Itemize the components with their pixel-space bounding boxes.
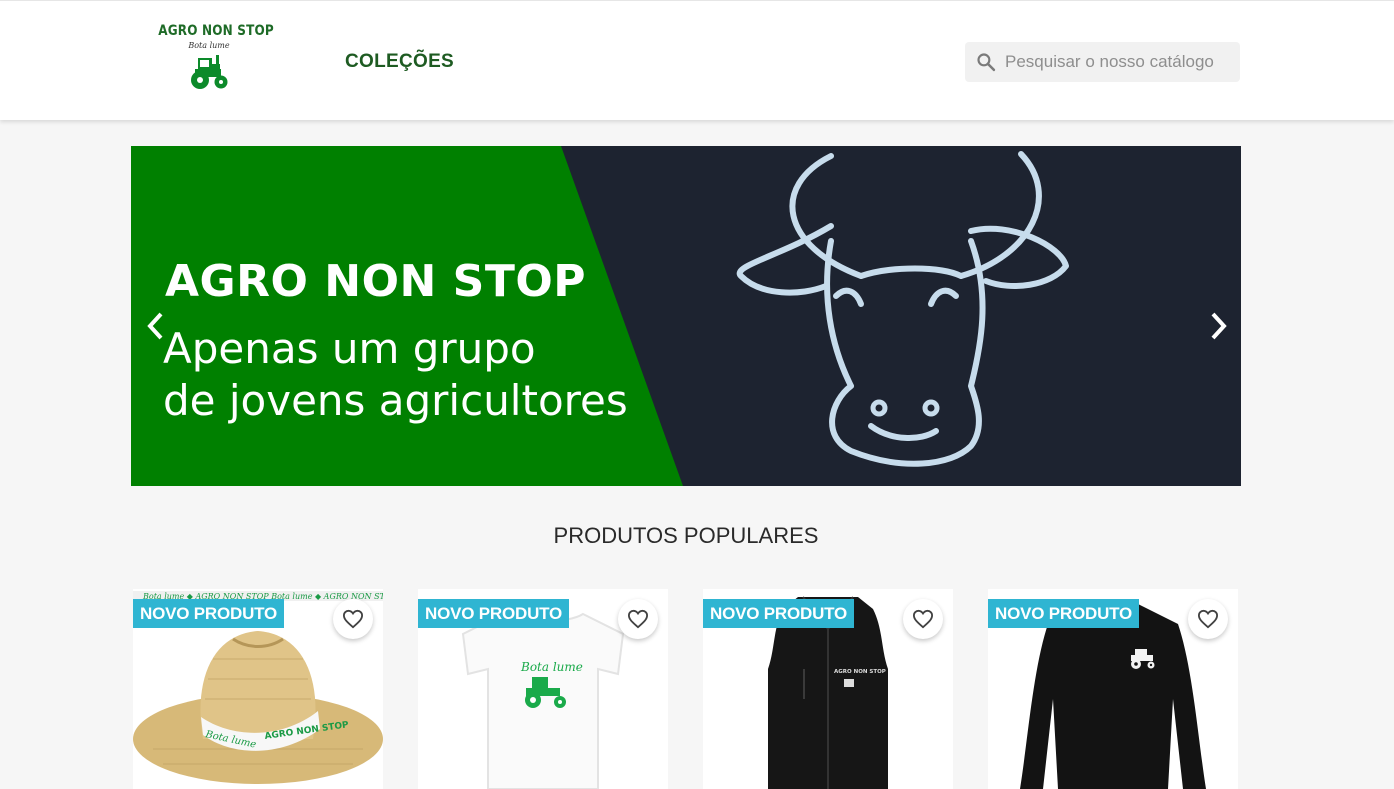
banner-line-1: Apenas um grupo [163, 324, 536, 373]
heart-outline-icon [627, 609, 649, 629]
chevron-right-icon [1211, 312, 1227, 340]
carousel-next-button[interactable] [1203, 306, 1233, 346]
banner-title: AGRO NON STOP [165, 256, 586, 307]
chevron-left-icon [147, 312, 163, 340]
wishlist-button[interactable] [903, 599, 943, 639]
badge-new-product: NOVO PRODUTO [418, 599, 570, 628]
nav-colecoes[interactable]: COLEÇÕES [345, 51, 454, 73]
badge-new-product: NOVO PRODUTO [133, 599, 285, 628]
wishlist-button[interactable] [618, 599, 658, 639]
wishlist-button[interactable] [1188, 599, 1228, 639]
wishlist-button[interactable] [333, 599, 373, 639]
carousel-prev-button[interactable] [141, 306, 171, 346]
search-input[interactable] [1005, 42, 1233, 82]
search-icon[interactable] [976, 52, 996, 77]
logo-subtitle: Bota lume [188, 41, 230, 50]
svg-text:Bota lume: Bota lume [520, 660, 583, 674]
hero-carousel[interactable]: AGRO NON STOP Apenas um grupo de jovens … [131, 146, 1241, 486]
banner-line-2: de jovens agricultores [163, 376, 628, 425]
search-bar [965, 42, 1240, 82]
tractor-icon [191, 55, 228, 89]
banner-image [131, 146, 1241, 486]
product-card[interactable]: NOVO PRODUTO [988, 589, 1238, 789]
site-header: AGRO NON STOP Bota lume COLEÇÕES [0, 0, 1394, 120]
section-title-popular: PRODUTOS POPULARES [553, 523, 819, 548]
heart-outline-icon [342, 609, 364, 629]
heart-outline-icon [912, 609, 934, 629]
site-logo[interactable]: AGRO NON STOP Bota lume [150, 19, 274, 101]
product-card[interactable]: Bota lume NOVO PRODUTO [418, 589, 668, 789]
logo-title: AGRO NON STOP [158, 23, 274, 39]
product-card[interactable]: Bota lume ◆ AGRO NON STOP Bota lume ◆ AG… [133, 589, 383, 789]
badge-new-product: NOVO PRODUTO [703, 599, 855, 628]
svg-text:AGRO NON STOP: AGRO NON STOP [834, 669, 886, 675]
badge-new-product: NOVO PRODUTO [988, 599, 1140, 628]
product-card[interactable]: AGRO NON STOP NOVO PRODUTO [703, 589, 953, 789]
heart-outline-icon [1197, 609, 1219, 629]
